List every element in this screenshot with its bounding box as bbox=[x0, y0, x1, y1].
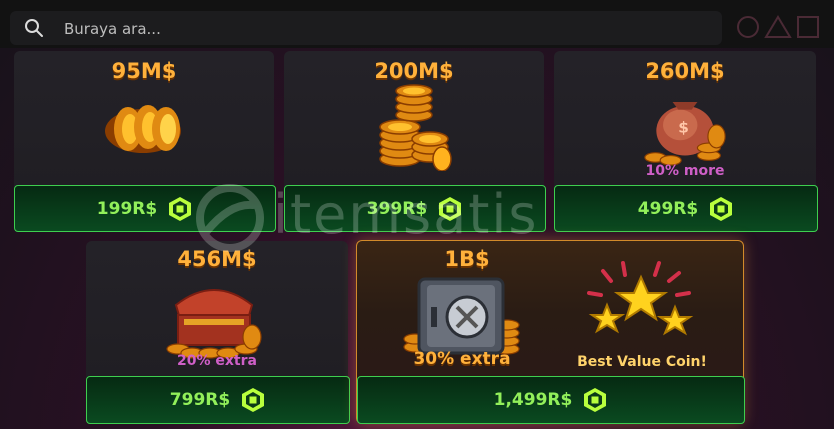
offer-amount: 456M$ bbox=[177, 247, 257, 271]
robux-icon bbox=[169, 196, 192, 221]
price-label: 799R$ bbox=[169, 390, 231, 410]
square-icon bbox=[797, 16, 819, 38]
buy-button[interactable]: 499R$ bbox=[554, 185, 818, 232]
price-label: 399R$ bbox=[366, 198, 428, 219]
buy-button[interactable]: 199R$ bbox=[14, 185, 276, 232]
best-value-tag: Best Value Coin! bbox=[577, 354, 707, 370]
buy-button[interactable]: 399R$ bbox=[284, 185, 546, 232]
offer-card-2[interactable]: 200M$ 399R$ bbox=[284, 51, 546, 232]
buy-button[interactable]: 1,499R$ bbox=[357, 376, 745, 424]
offer-card-5[interactable]: 1B$ 30% extra Best Value Coin! 1,499R$ bbox=[356, 240, 745, 424]
robux-icon bbox=[584, 388, 607, 412]
search-box[interactable] bbox=[10, 11, 722, 45]
bonus-badge: 30% extra bbox=[413, 349, 511, 369]
offer-amount: 260M$ bbox=[645, 59, 725, 83]
coin-stack-icon bbox=[105, 105, 181, 153]
search-icon[interactable] bbox=[24, 18, 44, 38]
money-bag-icon: $ bbox=[644, 102, 726, 166]
top-bar bbox=[0, 0, 834, 48]
offer-amount: 95M$ bbox=[111, 59, 177, 83]
offer-card-4[interactable]: 456M$ 20% extra 799R$ bbox=[86, 241, 350, 424]
stars-icon bbox=[587, 261, 694, 336]
bonus-badge: 20% extra bbox=[177, 353, 257, 369]
offer-card-1[interactable]: 95M$ 199R$ bbox=[14, 51, 276, 232]
treasure-chest-icon bbox=[166, 289, 262, 359]
coin-stack-icon bbox=[379, 84, 452, 171]
price-label: 1,499R$ bbox=[493, 390, 573, 410]
svg-text:$: $ bbox=[678, 119, 689, 137]
triangle-icon bbox=[764, 15, 792, 38]
circle-icon bbox=[737, 16, 759, 38]
offer-card-3[interactable]: 260M$ $ 10% more 499R$ bbox=[554, 51, 818, 232]
squid-game-shapes-logo bbox=[737, 15, 819, 38]
price-label: 199R$ bbox=[96, 198, 158, 219]
robux-icon bbox=[439, 196, 462, 221]
search-input[interactable] bbox=[62, 17, 686, 41]
price-label: 499R$ bbox=[637, 198, 699, 219]
robux-icon bbox=[242, 388, 265, 412]
robux-icon bbox=[710, 196, 733, 221]
buy-button[interactable]: 799R$ bbox=[86, 376, 350, 424]
offer-amount: 200M$ bbox=[374, 59, 454, 83]
bonus-badge: 10% more bbox=[645, 163, 725, 179]
